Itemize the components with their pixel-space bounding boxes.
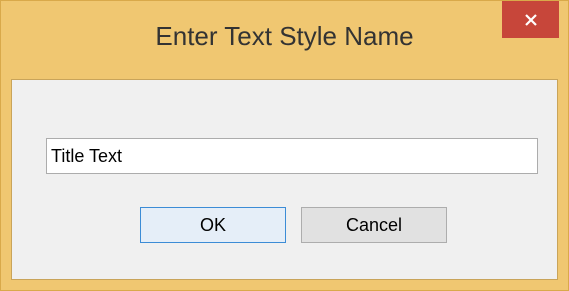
style-name-input[interactable]	[46, 138, 538, 174]
ok-button[interactable]: OK	[140, 207, 286, 243]
close-button[interactable]	[502, 1, 559, 38]
cancel-button[interactable]: Cancel	[301, 207, 447, 243]
title-bar[interactable]: Enter Text Style Name	[1, 1, 568, 79]
dialog-title: Enter Text Style Name	[155, 21, 414, 51]
dialog-window: Enter Text Style Name OK Cancel	[0, 0, 569, 291]
close-icon	[524, 13, 537, 26]
dialog-body: OK Cancel	[11, 79, 558, 280]
